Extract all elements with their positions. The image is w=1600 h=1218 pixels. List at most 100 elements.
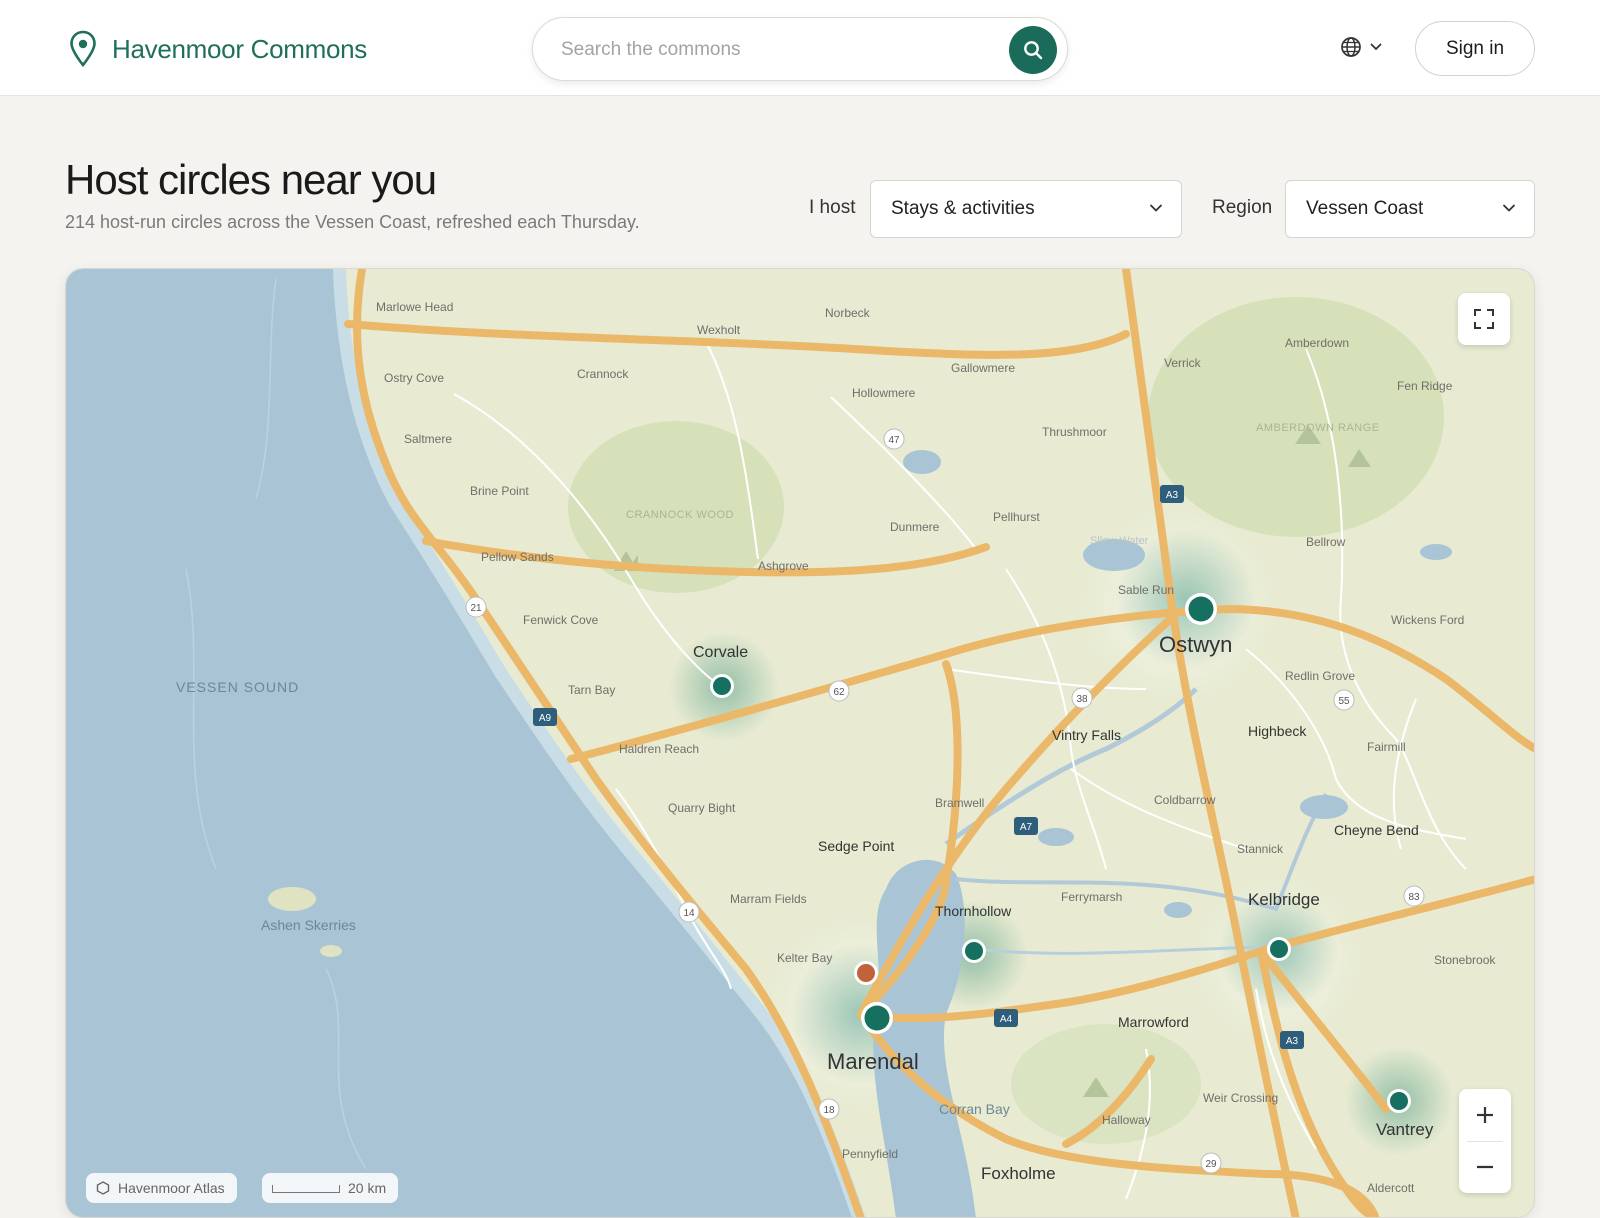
region-value: Vessen Coast xyxy=(1306,198,1424,219)
svg-text:38: 38 xyxy=(1076,694,1088,705)
host-type-select[interactable]: Stays & activities xyxy=(870,180,1182,238)
town-label: Amberdown xyxy=(1285,336,1349,350)
plus-icon xyxy=(1477,1107,1493,1123)
hexagon-icon xyxy=(96,1181,110,1195)
major-town-label: Highbeck xyxy=(1248,723,1307,739)
route-shield: A9 xyxy=(533,708,557,726)
map-attribution[interactable]: Havenmoor Atlas xyxy=(86,1173,237,1203)
town-label: Wickens Ford xyxy=(1391,613,1464,627)
town-label: Pellow Sands xyxy=(481,550,554,564)
town-label: Ostry Cove xyxy=(384,371,444,385)
town-label: Sable Run xyxy=(1118,583,1174,597)
town-label: Norbeck xyxy=(825,306,871,320)
area-label: CRANNOCK WOOD xyxy=(626,509,734,521)
major-town-label: Cheyne Bend xyxy=(1334,822,1419,838)
page-title: Host circles near you xyxy=(65,156,437,203)
major-town-label: Corvale xyxy=(693,644,748,661)
language-selector[interactable] xyxy=(1340,36,1382,58)
town-label: Saltmere xyxy=(404,432,452,446)
chevron-down-icon xyxy=(1503,204,1515,212)
svg-text:14: 14 xyxy=(683,908,695,919)
map-canvas[interactable]: VESSEN SOUND Ashen Skerries Corran Bay C… xyxy=(66,269,1535,1218)
lake xyxy=(1038,828,1074,846)
search-button[interactable] xyxy=(1009,26,1057,74)
brand[interactable]: Havenmoor Commons xyxy=(68,30,367,68)
water-label: Corran Bay xyxy=(939,1101,1010,1117)
svg-text:A4: A4 xyxy=(1000,1014,1013,1025)
svg-text:18: 18 xyxy=(823,1105,835,1116)
svg-text:A7: A7 xyxy=(1020,822,1033,833)
lake xyxy=(1300,795,1348,819)
route-marker: 62 xyxy=(828,680,850,702)
major-town-label: Ostwyn xyxy=(1159,632,1232,657)
host-marker-marendal[interactable] xyxy=(861,1002,893,1034)
town-label: Wexholt xyxy=(697,323,741,337)
host-marker-kelter-bay[interactable] xyxy=(854,961,878,985)
region-select[interactable]: Vessen Coast xyxy=(1285,180,1535,238)
town-label: Aldercott xyxy=(1367,1181,1415,1195)
lake xyxy=(1420,544,1452,560)
host-marker-thornhollow[interactable] xyxy=(962,939,986,963)
fullscreen-icon xyxy=(1474,309,1494,329)
town-label: Fen Ridge xyxy=(1397,379,1453,393)
town-label: Hollowmere xyxy=(852,386,916,400)
route-marker: 83 xyxy=(1403,885,1425,907)
search-input[interactable] xyxy=(561,34,981,66)
amberdown-range-area xyxy=(1148,297,1444,537)
fullscreen-button[interactable] xyxy=(1458,293,1510,345)
zoom-controls xyxy=(1459,1089,1511,1193)
town-label: Verrick xyxy=(1164,356,1202,370)
host-marker-kelbridge[interactable] xyxy=(1267,937,1291,961)
area-label: AMBERDOWN RANGE xyxy=(1256,422,1380,434)
route-shield: A7 xyxy=(1014,817,1038,835)
major-town-label: Vintry Falls xyxy=(1052,727,1121,743)
search-bar[interactable] xyxy=(532,17,1068,81)
route-marker: 38 xyxy=(1071,687,1093,709)
host-type-value: Stays & activities xyxy=(891,198,1035,219)
town-label: Kelter Bay xyxy=(777,951,832,965)
location-pin-logo-icon xyxy=(70,30,96,68)
route-marker: 29 xyxy=(1200,1152,1222,1174)
town-label: Fenwick Cove xyxy=(523,613,599,627)
sign-in-button[interactable]: Sign in xyxy=(1415,21,1535,76)
water-label: Ashen Skerries xyxy=(261,917,356,933)
route-marker: 55 xyxy=(1333,689,1355,711)
major-town-label: Vantrey xyxy=(1376,1120,1434,1139)
globe-icon xyxy=(1341,37,1361,57)
lake xyxy=(1164,902,1192,918)
town-label: Pellhurst xyxy=(993,510,1040,524)
major-town-label: Marendal xyxy=(827,1049,919,1074)
town-label: Bramwell xyxy=(935,796,984,810)
svg-text:55: 55 xyxy=(1338,696,1350,707)
svg-text:A3: A3 xyxy=(1166,490,1179,501)
route-marker: 14 xyxy=(678,901,700,923)
host-marker-vantrey[interactable] xyxy=(1387,1089,1411,1113)
town-label: Brine Point xyxy=(470,484,529,498)
major-town-label: Sedge Point xyxy=(818,838,894,854)
host-marker-corvale[interactable] xyxy=(710,674,734,698)
town-label: Halloway xyxy=(1102,1113,1151,1127)
host-marker-ostwyn[interactable] xyxy=(1185,593,1217,625)
svg-text:29: 29 xyxy=(1205,1159,1217,1170)
scale-bar xyxy=(272,1185,340,1193)
search-icon xyxy=(1024,41,1043,60)
minus-icon xyxy=(1477,1165,1493,1169)
svg-text:83: 83 xyxy=(1408,892,1420,903)
town-label: Marram Fields xyxy=(730,892,807,906)
town-label: Dunmere xyxy=(890,520,940,534)
town-label: Marlowe Head xyxy=(376,300,453,314)
route-marker: 21 xyxy=(465,596,487,618)
zoom-in-button[interactable] xyxy=(1459,1089,1511,1141)
town-label: Quarry Bight xyxy=(668,801,736,815)
water-label: VESSEN SOUND xyxy=(176,679,299,695)
town-label: Fairmill xyxy=(1367,740,1406,754)
town-label: Pennyfield xyxy=(842,1147,898,1161)
town-label: Stannick xyxy=(1237,842,1284,856)
town-label: Haldren Reach xyxy=(619,742,699,756)
host-filter-label: I host xyxy=(809,197,856,218)
town-label: Tarn Bay xyxy=(568,683,615,697)
major-town-label: Kelbridge xyxy=(1248,890,1320,909)
town-label: Weir Crossing xyxy=(1203,1091,1278,1105)
map-container[interactable]: VESSEN SOUND Ashen Skerries Corran Bay C… xyxy=(65,268,1535,1218)
zoom-out-button[interactable] xyxy=(1459,1141,1511,1193)
